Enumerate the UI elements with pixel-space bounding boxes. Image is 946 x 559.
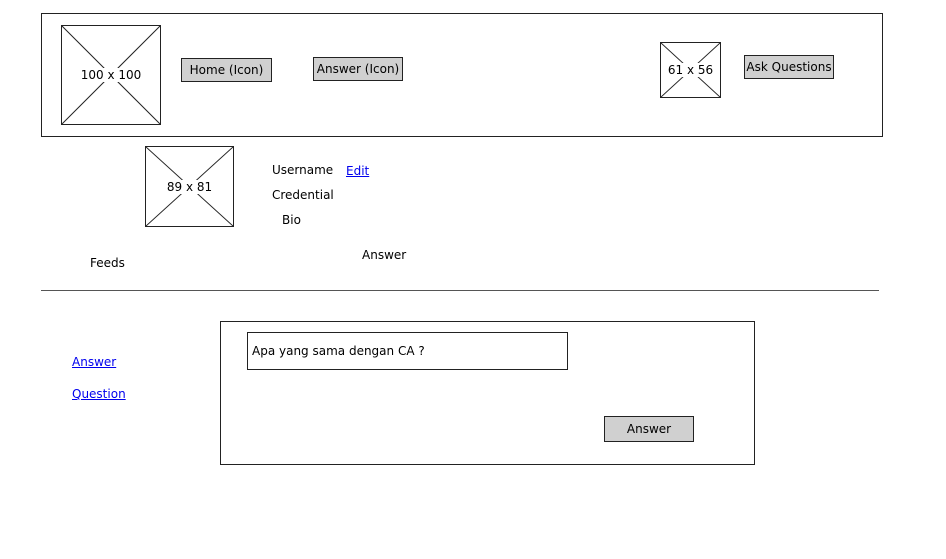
ask-questions-button[interactable]: Ask Questions [744, 55, 834, 79]
logo-size-label: 100 x 100 [79, 68, 143, 82]
question-text-field[interactable]: Apa yang sama dengan CA ? [247, 332, 568, 370]
submit-answer-button[interactable]: Answer [604, 416, 694, 442]
edit-profile-link[interactable]: Edit [346, 164, 369, 178]
answer-nav-button[interactable]: Answer (Icon) [313, 57, 403, 81]
profile-photo: 89 x 81 [145, 146, 234, 227]
feeds-heading: Feeds [90, 256, 125, 270]
answer-heading: Answer [362, 248, 407, 262]
section-divider [41, 290, 879, 291]
sidebar-link-answer[interactable]: Answer [72, 355, 116, 369]
avatar[interactable]: 61 x 56 [660, 42, 721, 98]
profile-photo-size-label: 89 x 81 [165, 179, 214, 194]
username-label: Username [272, 163, 334, 177]
logo-image-placeholder: 100 x 100 [61, 25, 161, 125]
bio-label: Bio [282, 213, 301, 227]
avatar-size-label: 61 x 56 [666, 63, 715, 77]
sidebar-link-question[interactable]: Question [72, 387, 126, 401]
home-button[interactable]: Home (Icon) [181, 58, 272, 82]
credential-label: Credential [272, 188, 334, 202]
